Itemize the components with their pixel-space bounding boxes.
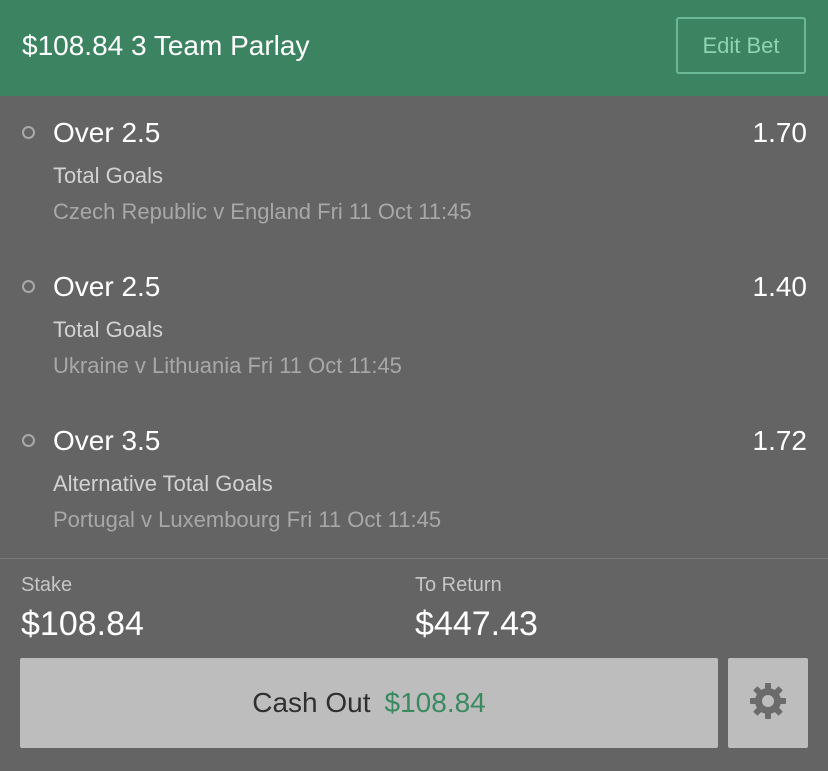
return-label: To Return: [415, 574, 502, 596]
selection-item: Over 3.5 1.72 Alternative Total Goals Po…: [0, 0, 828, 532]
selection-market: Total Goals: [53, 317, 164, 342]
cash-out-label: Cash Out: [252, 687, 371, 718]
selection-name: Over 3.5: [53, 425, 161, 456]
radio-circle-icon: [22, 434, 35, 447]
radio-circle-icon: [22, 280, 35, 293]
selection-event: Portugal v Luxembourg Fri 11 Oct 11:45: [53, 507, 442, 532]
summary-divider: [0, 558, 828, 559]
gear-icon: [749, 682, 787, 725]
selection-market: Total Goals: [53, 163, 164, 188]
selection-odds: 1.72: [752, 425, 808, 456]
selection-odds: 1.40: [752, 271, 808, 302]
selection-market: Alternative Total Goals: [53, 471, 273, 496]
selection-event: Czech Republic v England Fri 11 Oct 11:4…: [53, 199, 472, 224]
selection-event: Ukraine v Lithuania Fri 11 Oct 11:45: [53, 353, 402, 378]
cash-out-button[interactable]: Cash Out $108.84: [20, 658, 718, 748]
return-value: $447.43: [415, 605, 538, 643]
settings-button[interactable]: [728, 658, 808, 748]
stake-label: Stake: [21, 574, 73, 596]
cash-out-amount: $108.84: [384, 687, 486, 718]
selection-name: Over 2.5: [53, 271, 161, 302]
stake-value: $108.84: [21, 605, 144, 643]
